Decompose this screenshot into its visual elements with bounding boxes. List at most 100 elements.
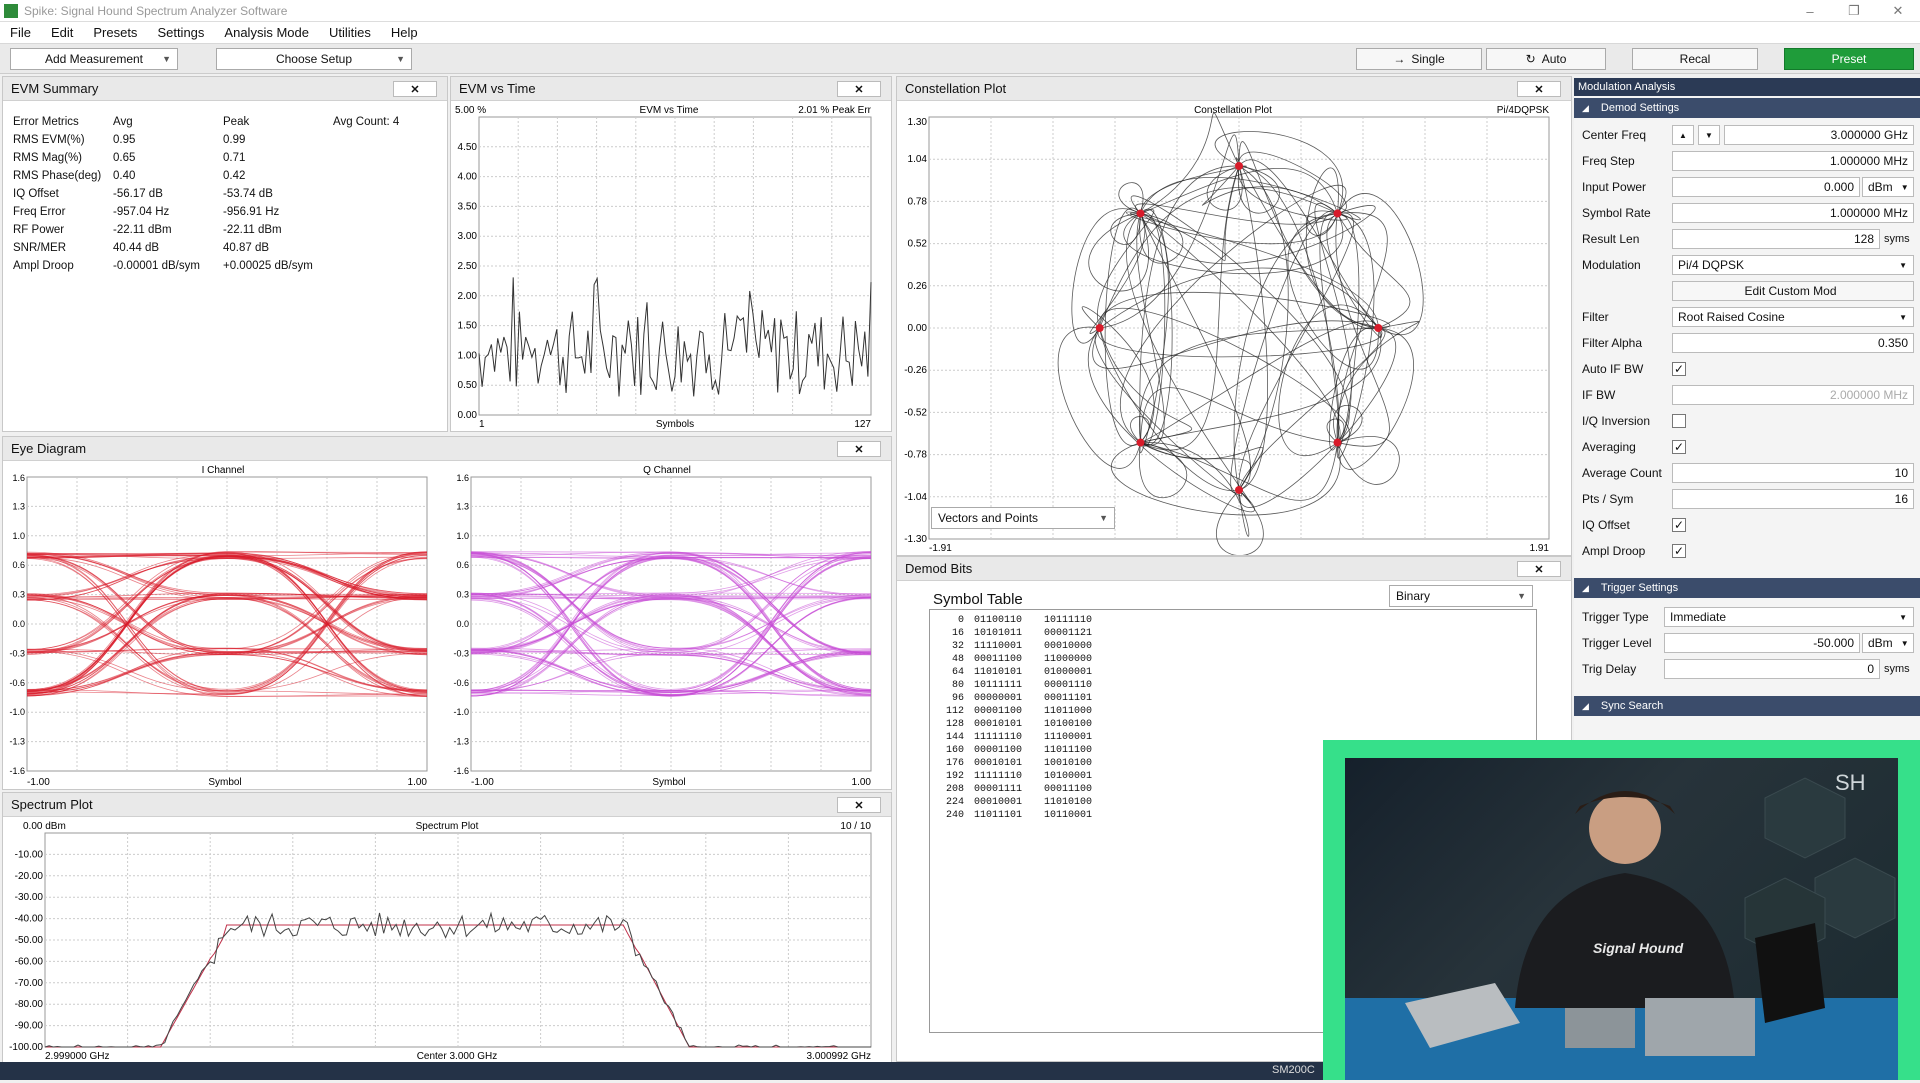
iq-inversion-row: I/Q Inversion [1574, 408, 1920, 434]
menu-analysis-mode[interactable]: Analysis Mode [214, 25, 319, 40]
constellation-view-label: Vectors and Points [938, 511, 1039, 525]
menu-edit[interactable]: Edit [41, 25, 83, 40]
menu-presets[interactable]: Presets [83, 25, 147, 40]
menu-utilities[interactable]: Utilities [319, 25, 381, 40]
modulation-dropdown[interactable]: Pi/4 DQPSK ▼ [1672, 255, 1914, 275]
freq-step-input[interactable]: 1.000000 MHz [1672, 151, 1914, 171]
metric-label: RF Power [13, 224, 65, 236]
trigger-settings-section[interactable]: ◢ Trigger Settings [1574, 578, 1920, 598]
con-x-end: 1.91 [1530, 543, 1550, 554]
metric-avg: 0.40 [113, 170, 136, 182]
symbol-bits: 00011101 [1044, 693, 1093, 704]
symbol-bits: 11111110 [974, 771, 1023, 782]
demod-settings-section[interactable]: ◢ Demod Settings [1574, 98, 1920, 118]
filter-dropdown[interactable]: Root Raised Cosine ▼ [1672, 307, 1914, 327]
symbol-bits: 01000001 [1044, 667, 1093, 678]
close-panel-button[interactable]: ✕ [1517, 81, 1561, 97]
restore-icon[interactable]: ❐ [1832, 0, 1876, 22]
if-bw-label: IF BW [1582, 388, 1616, 402]
constellation-view-dropdown[interactable]: Vectors and Points ▼ [931, 507, 1115, 529]
y-tick-label: 0.6 [12, 560, 25, 570]
symbol-index: 240 [945, 810, 964, 821]
constellation-vector [1140, 165, 1247, 214]
chevron-down-icon: ▼ [1517, 591, 1526, 601]
y-tick-label: -0.3 [453, 648, 469, 658]
chevron-down-icon: ▼ [1099, 513, 1108, 523]
symbol-rate-row: Symbol Rate 1.000000 MHz [1574, 200, 1920, 226]
laptop [1755, 923, 1825, 1023]
average-count-input[interactable]: 10 [1672, 463, 1914, 483]
auto-button[interactable]: ↻ Auto [1486, 48, 1606, 70]
freq-down-button[interactable]: ▼ [1698, 125, 1720, 145]
metric-peak: 0.71 [223, 152, 246, 164]
close-panel-button[interactable]: ✕ [837, 81, 881, 97]
recal-button[interactable]: Recal [1632, 48, 1758, 70]
toolbar: Add Measurement ▼ Choose Setup ▼ → Single ↻… [0, 44, 1920, 74]
trigger-type-dropdown[interactable]: Immediate ▼ [1664, 607, 1914, 627]
add-measurement-dropdown[interactable]: Add Measurement ▼ [10, 48, 178, 70]
preset-button[interactable]: Preset [1784, 48, 1914, 70]
filter-alpha-input[interactable]: 0.350 [1672, 333, 1914, 353]
input-power-unit-dropdown[interactable]: dBm ▼ [1862, 177, 1914, 197]
filter-alpha-row: Filter Alpha 0.350 [1574, 330, 1920, 356]
evm-x-label: Symbols [656, 419, 694, 430]
sync-search-section[interactable]: ◢ Sync Search [1574, 696, 1920, 716]
metric-peak: -53.74 dB [223, 188, 273, 200]
symbol-rate-label: Symbol Rate [1582, 206, 1651, 220]
close-panel-button[interactable]: ✕ [837, 797, 881, 813]
constellation-vector [1238, 141, 1379, 329]
if-bw-input[interactable]: 2.000000 MHz [1672, 385, 1914, 405]
collapse-triangle-icon: ◢ [1582, 700, 1589, 711]
symbol-rate-input[interactable]: 1.000000 MHz [1672, 203, 1914, 223]
trig-delay-input[interactable]: 0 [1664, 659, 1880, 679]
chevron-down-icon: ▼ [1899, 312, 1907, 322]
choose-setup-dropdown[interactable]: Choose Setup ▼ [216, 48, 412, 70]
y-tick-label: -0.6 [453, 678, 469, 688]
close-icon[interactable]: ✕ [1876, 0, 1920, 22]
input-power-input[interactable]: 0.000 [1672, 177, 1860, 197]
edit-custom-mod-button[interactable]: Edit Custom Mod [1672, 281, 1914, 301]
minimize-icon[interactable]: – [1788, 0, 1832, 22]
modulation-value: Pi/4 DQPSK [1678, 258, 1745, 272]
ampl-droop-label: Ampl Droop [1582, 544, 1646, 558]
close-panel-button[interactable]: ✕ [837, 441, 881, 457]
trigger-level-input[interactable]: -50.000 [1664, 633, 1860, 653]
auto-if-bw-checkbox[interactable]: ✓ [1672, 362, 1686, 376]
constellation-vector [1099, 307, 1350, 443]
center-freq-input[interactable]: 3.000000 GHz [1724, 125, 1914, 145]
symbol-bits: 10010100 [1044, 758, 1093, 769]
evm-summary-titlebar: EVM Summary ✕ [3, 77, 447, 101]
pts-sym-label: Pts / Sym [1582, 492, 1634, 506]
close-panel-button[interactable]: ✕ [1517, 561, 1561, 577]
eye-q-x-start: -1.00 [471, 777, 494, 788]
symbol-index: 80 [951, 680, 964, 691]
con-x-start: -1.91 [929, 543, 952, 554]
presenter-video: SH Signal Hound [1345, 758, 1898, 1080]
box-device [1645, 998, 1755, 1056]
symbol-table-title: Symbol Table [933, 591, 1023, 608]
menu-help[interactable]: Help [381, 25, 428, 40]
iq-inversion-checkbox[interactable] [1672, 414, 1686, 428]
symbol-bits: 00001111 [974, 784, 1023, 795]
close-panel-button[interactable]: ✕ [393, 81, 437, 97]
collapse-triangle-icon: ◢ [1582, 102, 1589, 113]
symbol-bits: 11011101 [974, 810, 1023, 821]
unit-label: dBm [1868, 636, 1893, 650]
averaging-label: Averaging [1582, 440, 1636, 454]
menu-file[interactable]: File [0, 25, 41, 40]
averaging-checkbox[interactable]: ✓ [1672, 440, 1686, 454]
single-button[interactable]: → Single [1356, 48, 1482, 70]
bits-format-dropdown[interactable]: Binary ▼ [1389, 585, 1533, 607]
pts-sym-input[interactable]: 16 [1672, 489, 1914, 509]
constellation-point [1333, 438, 1342, 447]
menu-settings[interactable]: Settings [147, 25, 214, 40]
trigger-level-unit-dropdown[interactable]: dBm ▼ [1862, 633, 1914, 653]
symbol-bits: 11011000 [1044, 706, 1093, 717]
result-len-input[interactable]: 128 [1672, 229, 1880, 249]
trigger-type-value: Immediate [1670, 610, 1727, 624]
freq-up-button[interactable]: ▲ [1672, 125, 1694, 145]
iq-offset-checkbox[interactable]: ✓ [1672, 518, 1686, 532]
ampl-droop-checkbox[interactable]: ✓ [1672, 544, 1686, 558]
table-row: RMS EVM(%) 0.95 0.99 [13, 131, 399, 149]
y-tick-label: -20.00 [15, 871, 44, 882]
